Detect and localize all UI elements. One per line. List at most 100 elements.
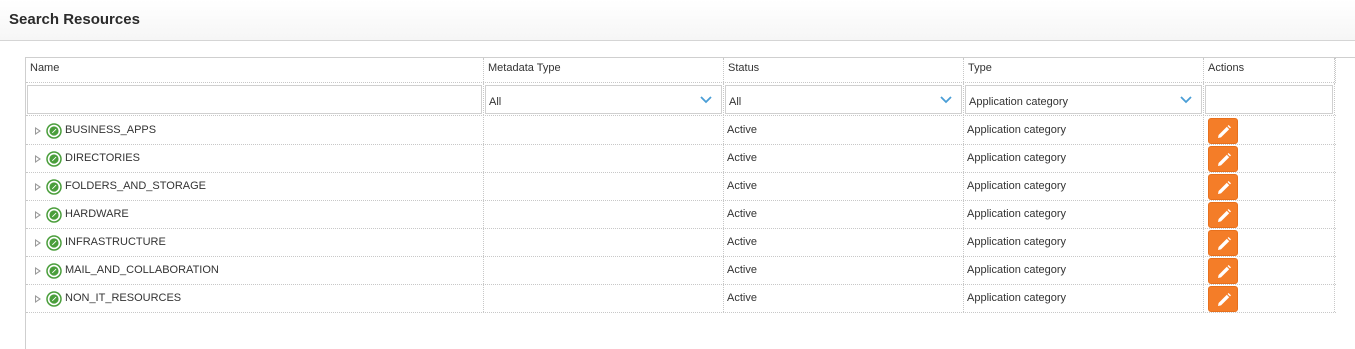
- filter-row: All All Application category: [26, 83, 1336, 116]
- cell-metadata-type: [484, 201, 724, 228]
- cell-status: Active: [724, 201, 964, 228]
- row-type-text: Application category: [967, 208, 1067, 220]
- table-row[interactable]: INFRASTRUCTURE Active Application catego…: [26, 229, 1336, 257]
- row-status-text: Active: [727, 180, 757, 192]
- filter-cell-name: [26, 83, 484, 115]
- resource-category-icon: [46, 179, 62, 195]
- column-header-metadata-type[interactable]: Metadata Type: [484, 58, 724, 82]
- table-row[interactable]: NON_IT_RESOURCES Active Application cate…: [26, 285, 1336, 313]
- cell-name: DIRECTORIES: [26, 145, 484, 172]
- row-type-text: Application category: [967, 124, 1067, 136]
- filter-cell-metadata-type: All: [484, 83, 724, 115]
- table-row[interactable]: DIRECTORIES Active Application category: [26, 145, 1336, 173]
- cell-metadata-type: [484, 173, 724, 200]
- row-name-text[interactable]: DIRECTORIES: [65, 152, 140, 164]
- resource-category-icon: [46, 151, 62, 167]
- metadata-type-filter-value: All: [489, 96, 502, 108]
- pencil-icon: [1218, 125, 1231, 138]
- cell-metadata-type: [484, 229, 724, 256]
- metadata-type-filter-select[interactable]: All: [485, 85, 722, 114]
- row-name-text[interactable]: FOLDERS_AND_STORAGE: [65, 180, 206, 192]
- type-filter-select[interactable]: Application category: [965, 85, 1202, 114]
- type-filter-value: Application category: [969, 96, 1069, 108]
- edit-button[interactable]: [1208, 174, 1238, 200]
- cell-name: INFRASTRUCTURE: [26, 229, 484, 256]
- chevron-down-icon: [1180, 96, 1192, 104]
- table-row[interactable]: MAIL_AND_COLLABORATION Active Applicatio…: [26, 257, 1336, 285]
- edit-button[interactable]: [1208, 146, 1238, 172]
- table-row[interactable]: BUSINESS_APPS Active Application categor…: [26, 117, 1336, 145]
- status-filter-value: All: [729, 96, 742, 108]
- pencil-icon: [1218, 237, 1231, 250]
- row-name-text[interactable]: BUSINESS_APPS: [65, 124, 156, 136]
- cell-actions: [1204, 285, 1335, 312]
- actions-filter-box: [1205, 85, 1333, 114]
- pencil-icon: [1218, 181, 1231, 194]
- row-type-text: Application category: [967, 236, 1067, 248]
- resource-category-icon: [46, 207, 62, 223]
- expand-triangle-icon[interactable]: [35, 127, 41, 135]
- cell-type: Application category: [964, 229, 1204, 256]
- row-status-text: Active: [727, 124, 757, 136]
- cell-actions: [1204, 145, 1335, 172]
- table-row[interactable]: FOLDERS_AND_STORAGE Active Application c…: [26, 173, 1336, 201]
- status-filter-select[interactable]: All: [725, 85, 962, 114]
- row-name-text[interactable]: HARDWARE: [65, 208, 129, 220]
- cell-status: Active: [724, 145, 964, 172]
- row-status-text: Active: [727, 208, 757, 220]
- row-name-text[interactable]: INFRASTRUCTURE: [65, 236, 166, 248]
- cell-name: NON_IT_RESOURCES: [26, 285, 484, 312]
- expand-triangle-icon[interactable]: [35, 267, 41, 275]
- row-name-text[interactable]: NON_IT_RESOURCES: [65, 292, 181, 304]
- cell-metadata-type: [484, 285, 724, 312]
- row-name-text[interactable]: MAIL_AND_COLLABORATION: [65, 264, 219, 276]
- column-header-status[interactable]: Status: [724, 58, 964, 82]
- row-type-text: Application category: [967, 292, 1067, 304]
- page-title: Search Resources: [9, 11, 140, 28]
- chevron-down-icon: [700, 96, 712, 104]
- page-header: Search Resources: [0, 0, 1355, 41]
- edit-button[interactable]: [1208, 118, 1238, 144]
- cell-status: Active: [724, 285, 964, 312]
- column-header-actions: Actions: [1204, 58, 1335, 82]
- row-type-text: Application category: [967, 152, 1067, 164]
- filter-cell-status: All: [724, 83, 964, 115]
- resource-category-icon: [46, 291, 62, 307]
- expand-triangle-icon[interactable]: [35, 155, 41, 163]
- pencil-icon: [1218, 265, 1231, 278]
- filter-cell-type: Application category: [964, 83, 1204, 115]
- column-header-name[interactable]: Name: [26, 58, 484, 82]
- cell-status: Active: [724, 173, 964, 200]
- cell-status: Active: [724, 229, 964, 256]
- cell-metadata-type: [484, 257, 724, 284]
- cell-name: FOLDERS_AND_STORAGE: [26, 173, 484, 200]
- edit-button[interactable]: [1208, 202, 1238, 228]
- cell-actions: [1204, 117, 1335, 144]
- edit-button[interactable]: [1208, 230, 1238, 256]
- edit-button[interactable]: [1208, 286, 1238, 312]
- edit-button[interactable]: [1208, 258, 1238, 284]
- cell-actions: [1204, 201, 1335, 228]
- name-filter-input[interactable]: [27, 85, 482, 114]
- resource-category-icon: [46, 235, 62, 251]
- header-scroll-spacer: [1335, 58, 1355, 83]
- cell-metadata-type: [484, 145, 724, 172]
- resources-grid: Name Metadata Type Status Type Actions A…: [25, 57, 1355, 349]
- cell-name: MAIL_AND_COLLABORATION: [26, 257, 484, 284]
- expand-triangle-icon[interactable]: [35, 183, 41, 191]
- pencil-icon: [1218, 209, 1231, 222]
- cell-actions: [1204, 173, 1335, 200]
- cell-actions: [1204, 229, 1335, 256]
- table-row[interactable]: HARDWARE Active Application category: [26, 201, 1336, 229]
- cell-status: Active: [724, 117, 964, 144]
- column-header-type[interactable]: Type: [964, 58, 1204, 82]
- row-type-text: Application category: [967, 180, 1067, 192]
- cell-actions: [1204, 257, 1335, 284]
- expand-triangle-icon[interactable]: [35, 211, 41, 219]
- cell-metadata-type: [484, 117, 724, 144]
- grid-header-row: Name Metadata Type Status Type Actions: [26, 58, 1336, 83]
- expand-triangle-icon[interactable]: [35, 239, 41, 247]
- cell-type: Application category: [964, 257, 1204, 284]
- row-status-text: Active: [727, 236, 757, 248]
- expand-triangle-icon[interactable]: [35, 295, 41, 303]
